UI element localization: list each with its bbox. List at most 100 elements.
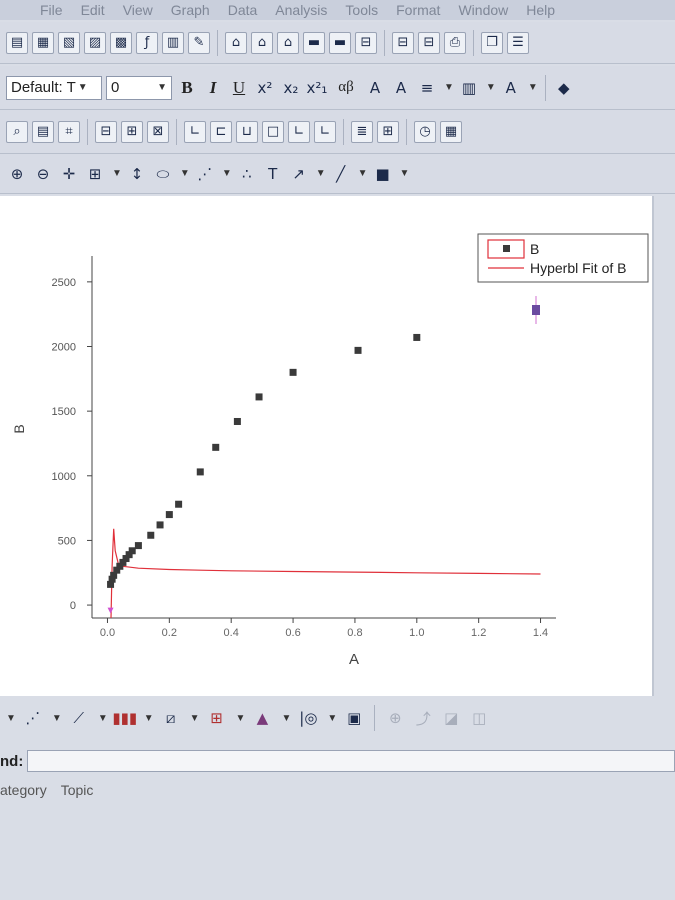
chevron-down-icon[interactable]: ▼ (400, 168, 410, 179)
scale-icon[interactable]: ↕ (126, 163, 148, 185)
copy-page-icon[interactable]: ❐ (481, 31, 503, 54)
chevron-down-icon[interactable]: ▼ (327, 713, 337, 724)
chevron-down-icon[interactable]: ▼ (316, 168, 326, 179)
box-chart-icon[interactable]: ⊞ (206, 707, 228, 729)
surface-icon[interactable]: ▲ (251, 707, 273, 729)
chevron-down-icon[interactable]: ▼ (144, 713, 154, 724)
menu-edit[interactable]: Edit (81, 2, 105, 18)
data-point[interactable] (175, 500, 183, 508)
chevron-down-icon[interactable]: ▼ (281, 713, 291, 724)
timer-icon[interactable]: ◷ (414, 120, 436, 143)
menu-help[interactable]: Help (526, 2, 555, 18)
3d-tilt-icon[interactable]: ⤴ (412, 707, 434, 729)
rescale-icon[interactable]: ≣ (351, 120, 373, 143)
open-icon[interactable]: ⌂ (225, 31, 247, 54)
font-color-icon[interactable]: A (500, 77, 522, 99)
subscript-icon[interactable]: x₂ (280, 77, 302, 99)
font-name-dropdown[interactable]: Default: T ▼ (6, 75, 102, 100)
command-input[interactable] (27, 750, 675, 772)
new-notes-icon[interactable]: ✎ (188, 31, 210, 54)
layer-icon[interactable]: ∟ (184, 120, 206, 143)
layer-handle[interactable] (532, 296, 540, 324)
import-wizard-icon[interactable]: ⊟ (418, 31, 440, 54)
menu-tools[interactable]: Tools (345, 2, 378, 18)
chevron-down-icon[interactable]: ▼ (486, 82, 496, 93)
data-point[interactable] (128, 547, 136, 555)
layer-2-icon[interactable]: ⊏ (210, 120, 232, 143)
chevron-down-icon[interactable]: ▼ (6, 713, 16, 724)
save-template-icon[interactable]: ▬ (329, 31, 351, 54)
import-multiple-icon[interactable]: ⊟ (392, 31, 414, 54)
mask-icon[interactable]: ⬭ (152, 163, 174, 185)
chevron-down-icon[interactable]: ▼ (52, 713, 62, 724)
chevron-down-icon[interactable]: ▼ (112, 168, 122, 179)
draw-data-icon[interactable]: ⋰ (194, 163, 216, 185)
line-plot-icon[interactable]: ⟋ (68, 707, 90, 729)
data-point[interactable] (196, 468, 204, 476)
align-icon[interactable]: ≡ (416, 77, 438, 99)
add-layer-icon[interactable]: ⊞ (377, 120, 399, 143)
new-function-icon[interactable]: ƒ (136, 31, 158, 54)
superscript-icon[interactable]: x² (254, 77, 276, 99)
data-point[interactable] (255, 393, 263, 401)
layer-3-icon[interactable]: ⊔ (236, 120, 258, 143)
line-tool-icon[interactable]: ╱ (330, 163, 352, 185)
new-project-icon[interactable]: ▤ (6, 31, 28, 54)
polar-icon[interactable]: |◎ (297, 707, 319, 729)
code-builder-icon[interactable]: ⌗ (58, 120, 80, 143)
fit-curve[interactable] (110, 528, 541, 638)
bold-button[interactable]: B (176, 78, 198, 98)
menu-window[interactable]: Window (458, 2, 508, 18)
scatter-plot-icon[interactable]: ⋰ (22, 707, 44, 729)
data-point[interactable] (212, 443, 220, 451)
project-explorer-icon[interactable]: ⌕ (6, 120, 28, 143)
tab-category[interactable]: ategory (0, 782, 47, 798)
data-point[interactable] (134, 542, 142, 550)
data-point[interactable] (156, 521, 164, 529)
underline-button[interactable]: U (228, 78, 250, 98)
italic-button[interactable]: I (202, 78, 224, 98)
layer-5-icon[interactable]: ∟ (288, 120, 310, 143)
open-template-icon[interactable]: ⌂ (251, 31, 273, 54)
print-icon[interactable]: ⎙ (444, 31, 466, 54)
data-point[interactable] (147, 531, 155, 539)
text-tool-icon[interactable]: T (262, 163, 284, 185)
data-point[interactable] (354, 346, 362, 354)
data-point[interactable] (233, 417, 241, 425)
data-point[interactable] (289, 368, 297, 376)
fill-color-icon[interactable]: ◆ (553, 77, 575, 99)
pattern-icon[interactable]: ▥ (458, 77, 480, 99)
tab-topic[interactable]: Topic (61, 782, 94, 798)
font-size-dropdown[interactable]: 0 ▼ (106, 75, 172, 100)
chevron-down-icon[interactable]: ▼ (236, 713, 246, 724)
menu-format[interactable]: Format (396, 2, 440, 18)
split-icon[interactable]: ⊞ (121, 120, 143, 143)
import-ascii-icon[interactable]: ⊟ (355, 31, 377, 54)
screen-reader-icon[interactable]: ⊞ (84, 163, 106, 185)
data-point[interactable] (413, 333, 421, 341)
menu-analysis[interactable]: Analysis (275, 2, 327, 18)
new-excel-icon[interactable]: ▩ (110, 31, 132, 54)
chevron-down-icon[interactable]: ▼ (98, 713, 108, 724)
refresh-icon[interactable]: ☰ (507, 31, 529, 54)
zoom-in-icon[interactable]: ⊕ (6, 163, 28, 185)
menu-graph[interactable]: Graph (171, 2, 210, 18)
menu-data[interactable]: Data (228, 2, 258, 18)
rectangle-tool-icon[interactable]: ■ (372, 163, 394, 185)
graph-window[interactable]: 0 500 1000 1500 2000 2500 0.0 0.2 0.4 0.6 0.8 1.0 1.… (0, 196, 654, 696)
arrange-icon[interactable]: ⊠ (147, 120, 169, 143)
bar-chart-icon[interactable]: ▮▮▮ (112, 707, 137, 729)
grid-icon[interactable]: ▦ (440, 120, 462, 143)
increase-font-icon[interactable]: A (364, 77, 386, 99)
zoom-out-icon[interactable]: ⊖ (32, 163, 54, 185)
greek-button[interactable]: αβ (332, 79, 360, 96)
new-graph-icon[interactable]: ▧ (58, 31, 80, 54)
menu-view[interactable]: View (123, 2, 153, 18)
template-icon[interactable]: ▣ (343, 707, 365, 729)
legend[interactable]: B Hyperbl Fit of B (477, 233, 649, 283)
open-excel-icon[interactable]: ⌂ (277, 31, 299, 54)
new-layout-icon[interactable]: ▥ (162, 31, 184, 54)
3d-perspective-icon[interactable]: ◪ (440, 707, 462, 729)
contour-icon[interactable]: ⧄ (160, 707, 182, 729)
chevron-down-icon[interactable]: ▼ (444, 82, 454, 93)
